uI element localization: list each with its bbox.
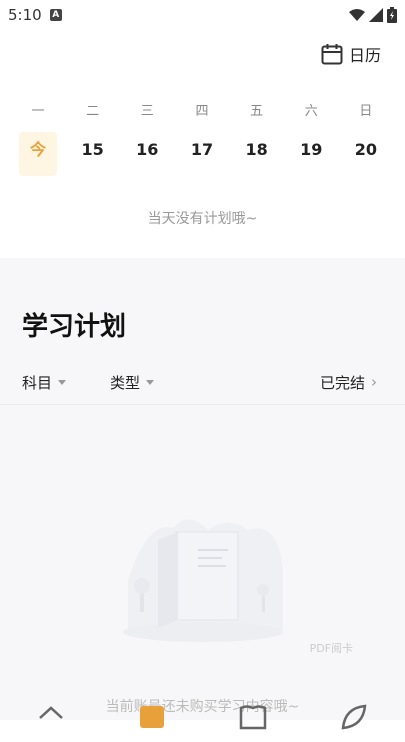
book-icon: [238, 702, 268, 732]
date-cell[interactable]: 15: [67, 132, 119, 176]
weekday-label: 日: [340, 100, 392, 119]
bottom-nav: [0, 702, 405, 742]
calendar-icon: [321, 43, 343, 65]
completed-filter-label: 已完结: [320, 372, 365, 393]
nav-home[interactable]: [31, 702, 71, 738]
today-label: 今: [19, 132, 57, 176]
dropdown-caret-icon: [146, 380, 154, 385]
day-empty-message: 当天没有计划哦~: [0, 208, 405, 228]
subject-filter-label: 科目: [22, 372, 52, 393]
weekday-label: 一: [12, 100, 64, 119]
date-cell[interactable]: 19: [285, 132, 337, 176]
status-bar: 5:10 A: [0, 0, 405, 30]
weekday-label: 五: [231, 100, 283, 119]
nav-study[interactable]: [132, 702, 172, 738]
status-left: 5:10 A: [8, 6, 62, 24]
date-cell[interactable]: 17: [176, 132, 228, 176]
study-icon: [137, 702, 167, 732]
home-icon: [36, 702, 66, 732]
date-cell[interactable]: 18: [231, 132, 283, 176]
chevron-right-icon: ›: [371, 373, 377, 391]
type-filter[interactable]: 类型: [110, 372, 154, 393]
weekday-label: 三: [121, 100, 173, 119]
signal-icon: [369, 8, 383, 22]
wifi-icon: [349, 8, 365, 22]
plan-title: 学习计划: [22, 306, 126, 343]
weekday-label: 六: [285, 100, 337, 119]
type-filter-label: 类型: [110, 372, 140, 393]
date-today[interactable]: 今: [12, 132, 64, 176]
weekday-label: 二: [67, 100, 119, 119]
calendar-label: 日历: [349, 42, 381, 66]
leaf-icon: [339, 702, 369, 732]
nav-library[interactable]: [233, 702, 273, 738]
dropdown-caret-icon: [58, 380, 66, 385]
week-dates: 今 15 16 17 18 19 20: [12, 132, 392, 176]
battery-icon: [387, 7, 397, 23]
nav-profile[interactable]: [334, 702, 374, 738]
empty-state-illustration: [118, 510, 288, 645]
divider: [0, 404, 405, 405]
calendar-button[interactable]: 日历: [321, 42, 381, 66]
completed-filter[interactable]: 已完结 ›: [320, 372, 377, 393]
status-icons: [349, 7, 397, 23]
date-cell[interactable]: 16: [121, 132, 173, 176]
plan-filters: 科目 类型 已完结 ›: [0, 368, 405, 396]
watermark: PDF阅卡: [310, 640, 353, 656]
subject-filter[interactable]: 科目: [22, 372, 66, 393]
notification-badge-icon: A: [50, 9, 62, 21]
date-cell[interactable]: 20: [340, 132, 392, 176]
status-time: 5:10: [8, 6, 42, 24]
weekday-label: 四: [176, 100, 228, 119]
weekday-header: 一 二 三 四 五 六 日: [12, 100, 392, 119]
